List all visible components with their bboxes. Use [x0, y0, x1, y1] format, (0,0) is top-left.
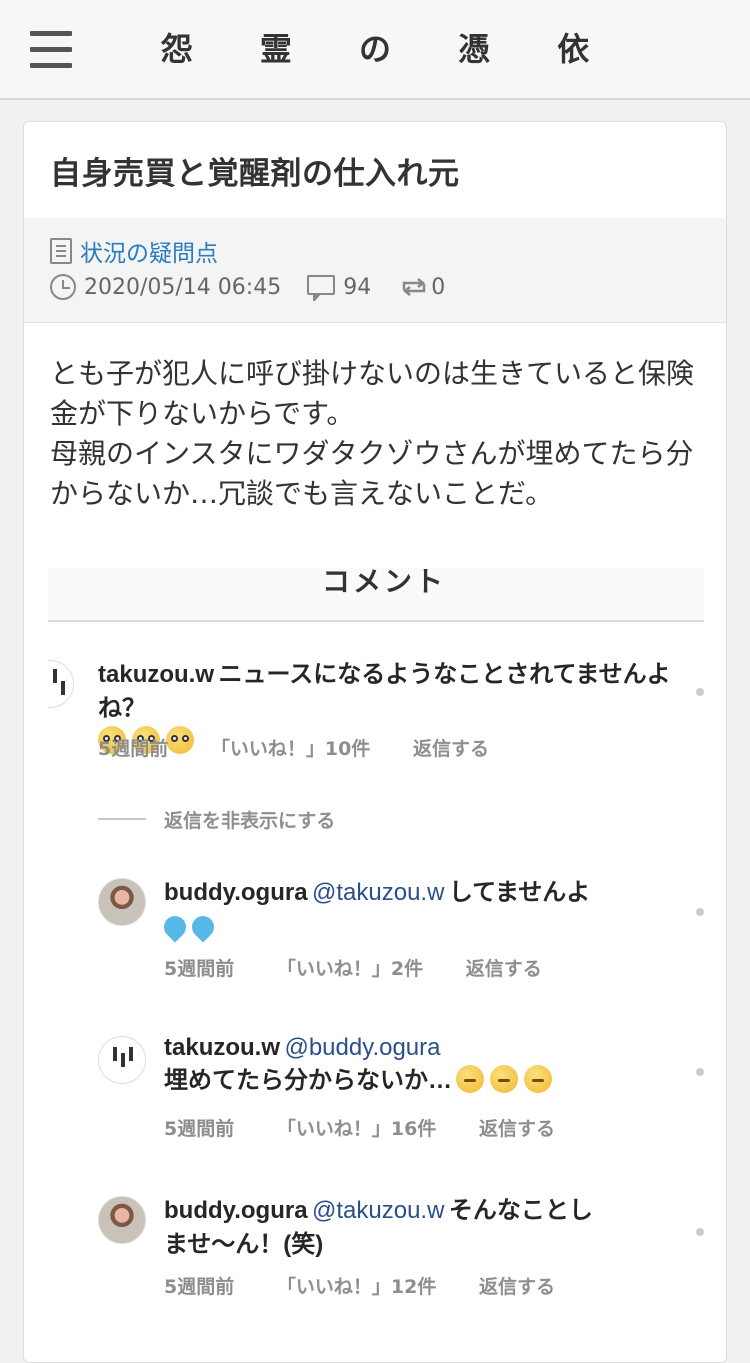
- avatar: [98, 1036, 146, 1084]
- sweat-drops-icon: [187, 911, 219, 943]
- avatar: [98, 1196, 146, 1244]
- heart-icon[interactable]: [696, 1068, 704, 1076]
- reply-button[interactable]: 返信する: [479, 1276, 555, 1298]
- comment-time: 5週間前: [164, 1118, 235, 1140]
- comment-icon[interactable]: [307, 275, 336, 301]
- comment-time: 5週間前: [164, 958, 235, 980]
- comment-username[interactable]: takuzou.w: [164, 1034, 280, 1061]
- comment-text-continued: ませ〜ん！(笑): [164, 1231, 324, 1258]
- clock-icon: [50, 274, 76, 300]
- comment-likes[interactable]: 「いいね！」12件: [277, 1276, 436, 1298]
- embed-header-bar: コメント: [48, 568, 704, 622]
- post-meta: 状況の疑問点 2020/05/14 06:45 94 0: [24, 218, 726, 323]
- comment-time: 5週間前: [164, 1276, 235, 1298]
- body-paragraph: とも子が犯人に呼び掛けないのは生きていると保険金が下りないからです。: [50, 357, 695, 430]
- comment-item: buddy.ogura @takuzou.w そんなことし ませ〜ん！(笑): [164, 1194, 664, 1262]
- comment-count[interactable]: 94: [343, 275, 371, 300]
- post-card: 自身売買と覚醒剤の仕入れ元 状況の疑問点 2020/05/14 06:45 94…: [23, 121, 727, 1363]
- comment-footer: 5週間前 「いいね！」16件 返信する: [164, 1114, 591, 1141]
- comment-username[interactable]: takuzou.w: [98, 661, 214, 688]
- reply-button[interactable]: 返信する: [466, 958, 542, 980]
- document-icon: [50, 238, 72, 264]
- comment-item: buddy.ogura @takuzou.w してませんよ: [159, 876, 664, 943]
- comment-text: そんなことし: [448, 1197, 593, 1224]
- comment-time: 5週間前: [98, 738, 169, 760]
- comment-mention[interactable]: @takuzou.w: [312, 879, 444, 906]
- post-body: とも子が犯人に呼び掛けないのは生きていると保険金が下りないからです。 母親のイン…: [50, 354, 710, 514]
- comment-footer: 5週間前 「いいね！」12件 返信する: [164, 1272, 591, 1299]
- comment-text: してませんよ: [448, 879, 591, 906]
- thinking-emoji-icon: [524, 1065, 553, 1093]
- avatar: [48, 660, 74, 708]
- divider: [98, 818, 146, 820]
- comment-footer: 5週間前 「いいね！」10件 返信する: [98, 734, 525, 761]
- sweat-drops-icon: [159, 911, 191, 943]
- comment-username[interactable]: buddy.ogura: [164, 879, 308, 906]
- embedded-screenshot: コメント takuzou.w ニュースになるようなことされてませんよね？ 5週間…: [48, 568, 704, 1362]
- comment-username[interactable]: buddy.ogura: [164, 1197, 308, 1224]
- embed-heading: コメント: [322, 568, 447, 598]
- reply-button[interactable]: 返信する: [479, 1118, 555, 1140]
- body-paragraph: 母親のインスタにワダタクゾウさんが埋めてたら分からないか…冗談でも言えないことだ…: [50, 437, 694, 510]
- thinking-emoji-icon: [490, 1065, 519, 1093]
- heart-icon[interactable]: [696, 688, 704, 696]
- comment-footer: 5週間前 「いいね！」2件 返信する: [164, 954, 578, 981]
- category-link[interactable]: 状況の疑問点: [80, 234, 218, 268]
- app-header: 怨 霊 の 憑 依: [0, 0, 750, 100]
- heart-icon[interactable]: [696, 1228, 704, 1236]
- retweet-count[interactable]: 0: [431, 275, 445, 300]
- comment-item: takuzou.w @buddy.ogura 埋めてたら分からないか…: [164, 1034, 664, 1098]
- hide-replies-link[interactable]: 返信を非表示にする: [164, 806, 335, 833]
- comment-mention[interactable]: @buddy.ogura: [284, 1034, 440, 1061]
- comment-likes[interactable]: 「いいね！」10件: [211, 738, 370, 760]
- avatar: [98, 878, 146, 926]
- comment-likes[interactable]: 「いいね！」2件: [277, 958, 423, 980]
- reply-button[interactable]: 返信する: [413, 738, 489, 760]
- thinking-emoji-icon: [456, 1065, 485, 1093]
- comment-text: 埋めてたら分からないか…: [164, 1067, 452, 1094]
- comment-likes[interactable]: 「いいね！」16件: [277, 1118, 436, 1140]
- site-title[interactable]: 怨 霊 の 憑 依: [0, 24, 750, 70]
- retweet-icon[interactable]: [399, 276, 429, 298]
- heart-icon[interactable]: [696, 908, 704, 916]
- post-date: 2020/05/14 06:45: [84, 274, 282, 300]
- comment-mention[interactable]: @takuzou.w: [312, 1197, 444, 1224]
- post-title: 自身売買と覚醒剤の仕入れ元: [50, 156, 460, 192]
